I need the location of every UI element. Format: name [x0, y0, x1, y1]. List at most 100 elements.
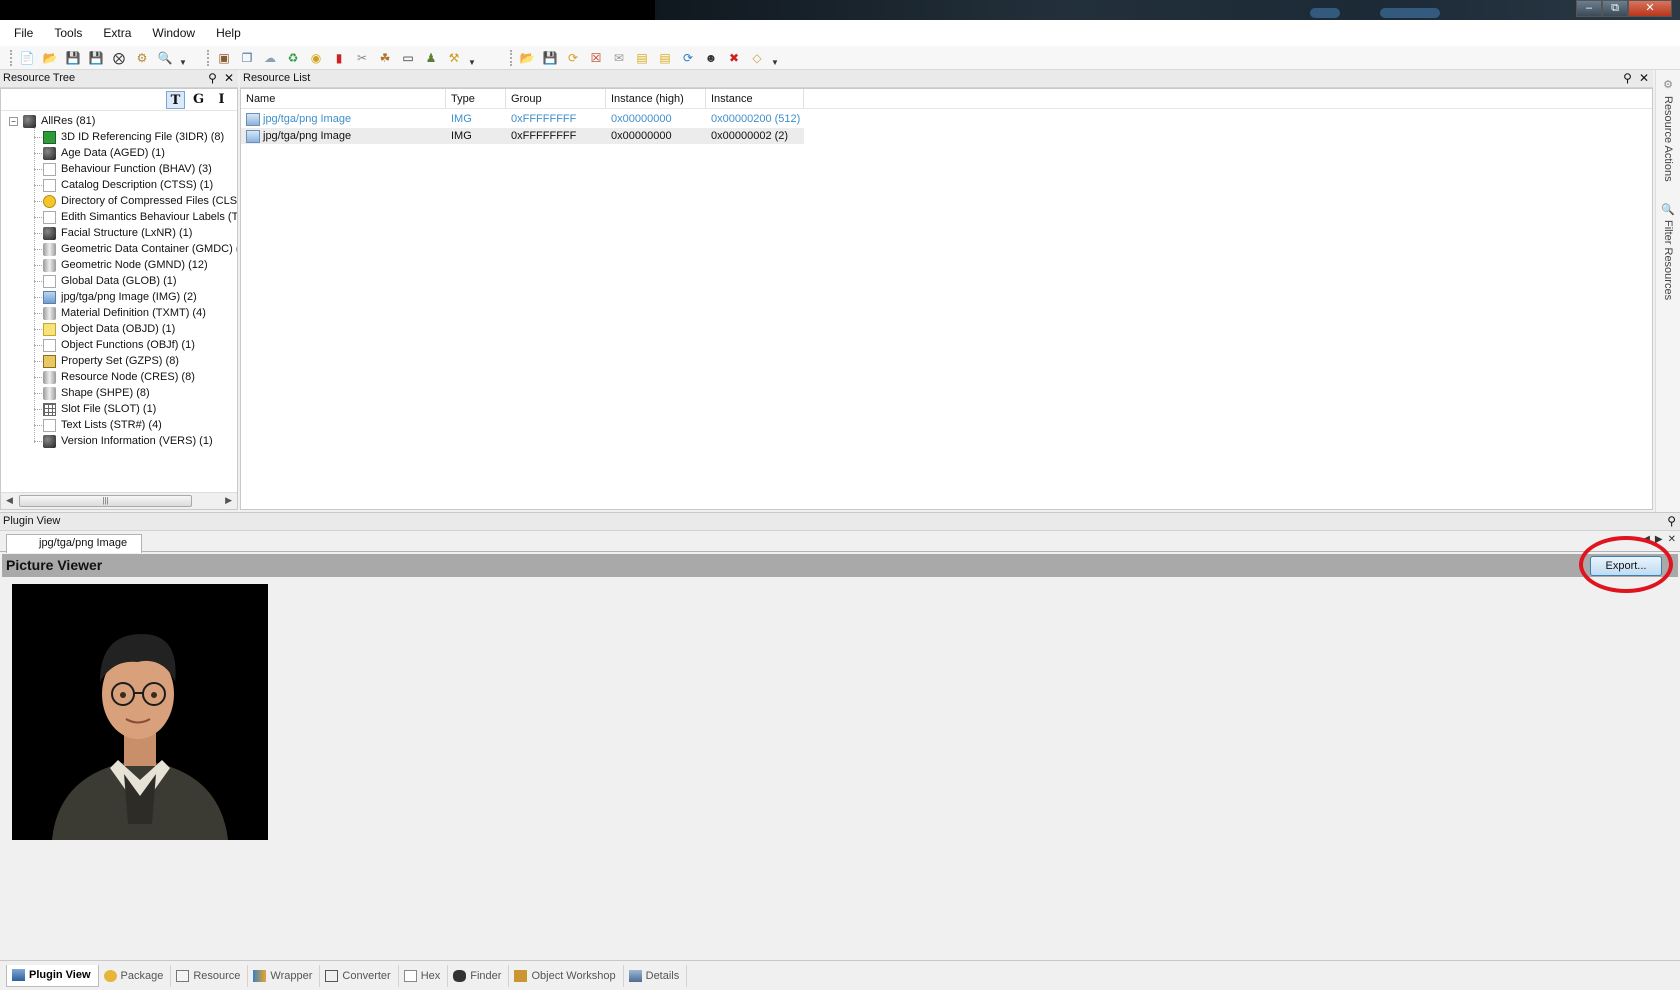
tree-item[interactable]: Object Data (OBJD) (1): [34, 321, 237, 337]
cloud-icon[interactable]: ☁: [261, 49, 279, 67]
tree-item[interactable]: jpg/tga/png Image (IMG) (2): [34, 289, 237, 305]
tree-item[interactable]: Resource Node (CRES) (8): [34, 369, 237, 385]
pin-icon[interactable]: ⚲: [208, 70, 217, 87]
tab-plugin-view[interactable]: Plugin View: [6, 964, 99, 987]
menu-extra[interactable]: Extra: [103, 26, 131, 40]
close-window-icon[interactable]: ✕: [1628, 0, 1672, 17]
new-file-icon[interactable]: 📄: [18, 49, 36, 67]
toolbar-overflow-icon[interactable]: ▼: [179, 49, 187, 67]
side-tab-resource-actions[interactable]: ⚙ Resource Actions: [1658, 78, 1678, 182]
toggle-group-button[interactable]: G: [189, 91, 208, 109]
column-name[interactable]: Name: [241, 89, 446, 108]
tab-finder[interactable]: Finder: [448, 964, 510, 987]
toolbar-overflow-icon[interactable]: ▼: [468, 49, 476, 67]
tree-item[interactable]: Global Data (GLOB) (1): [34, 273, 237, 289]
toolbar-grip[interactable]: [510, 50, 514, 66]
column-group[interactable]: Group: [506, 89, 606, 108]
tab-jpg-image[interactable]: jpg/tga/png Image: [6, 534, 143, 553]
tree-item[interactable]: Object Functions (OBJf) (1): [34, 337, 237, 353]
tab-label: Wrapper: [270, 969, 313, 982]
save-icon[interactable]: 💾: [64, 49, 82, 67]
people-icon[interactable]: ♟: [422, 49, 440, 67]
column-type[interactable]: Type: [446, 89, 506, 108]
tree-item[interactable]: Shape (SHPE) (8): [34, 385, 237, 401]
floppy-icon[interactable]: 💾: [541, 49, 559, 67]
tree-item[interactable]: Geometric Node (GMND) (12): [34, 257, 237, 273]
speech-icon[interactable]: ✉: [610, 49, 628, 67]
side-tab-filter-resources[interactable]: 🔍 Filter Resources: [1658, 202, 1678, 301]
tree-item[interactable]: Property Set (GZPS) (8): [34, 353, 237, 369]
tree-item-label: Object Data (OBJD) (1): [61, 323, 176, 335]
tree-item[interactable]: Behaviour Function (BHAV) (3): [34, 161, 237, 177]
menu-help[interactable]: Help: [216, 26, 241, 40]
save-all-icon[interactable]: 💾: [87, 49, 105, 67]
tab-wrapper[interactable]: Wrapper: [248, 964, 321, 987]
folder-open-icon[interactable]: 📂: [518, 49, 536, 67]
tree-item[interactable]: Version Information (VERS) (1): [34, 433, 237, 449]
delete-x-icon[interactable]: ✖: [725, 49, 743, 67]
scroll-right-icon[interactable]: ▶: [225, 495, 232, 506]
pin-icon[interactable]: ⚲: [1667, 513, 1676, 530]
toolbar-grip[interactable]: [10, 50, 14, 66]
tree-item[interactable]: Material Definition (TXMT) (4): [34, 305, 237, 321]
lock-icon[interactable]: ⚒: [445, 49, 463, 67]
badge-icon[interactable]: ◉: [307, 49, 325, 67]
tree-item[interactable]: Geometric Data Container (GMDC) (1: [34, 241, 237, 257]
close-icon[interactable]: ✕: [1639, 70, 1649, 87]
column-instance-high[interactable]: Instance (high): [606, 89, 706, 108]
copy-doc-icon[interactable]: ❐: [238, 49, 256, 67]
close-icon[interactable]: ✕: [1668, 534, 1676, 545]
tree-item[interactable]: Slot File (SLOT) (1): [34, 401, 237, 417]
stamp-icon[interactable]: ☘: [376, 49, 394, 67]
package-icon[interactable]: ▣: [215, 49, 233, 67]
sync-doc-icon[interactable]: ⟳: [564, 49, 582, 67]
tab-package[interactable]: Package: [99, 964, 172, 987]
open-folder-icon[interactable]: 📂: [41, 49, 59, 67]
table-row[interactable]: jpg/tga/png Image IMG 0xFFFFFFFF 0x00000…: [241, 128, 804, 144]
recycle-icon[interactable]: ♻: [284, 49, 302, 67]
minimize-icon[interactable]: –: [1576, 0, 1602, 17]
menu-tools[interactable]: Tools: [54, 26, 82, 40]
tab-converter[interactable]: Converter: [320, 964, 399, 987]
scissors-icon[interactable]: ✂: [353, 49, 371, 67]
note-icon[interactable]: ▤: [633, 49, 651, 67]
pin-icon[interactable]: ⚲: [1623, 70, 1632, 87]
tree-item[interactable]: Text Lists (STR#) (4): [34, 417, 237, 433]
tree-item[interactable]: Directory of Compressed Files (CLST: [34, 193, 237, 209]
toggle-type-button[interactable]: T: [166, 91, 185, 109]
gears-icon[interactable]: ⚙: [133, 49, 151, 67]
tab-resource[interactable]: Resource: [171, 964, 249, 987]
tab-hex[interactable]: Hex: [399, 964, 449, 987]
note-edit-icon[interactable]: ▤: [656, 49, 674, 67]
tree-item[interactable]: 3D ID Referencing File (3IDR) (8): [34, 129, 237, 145]
tree-item[interactable]: Age Data (AGED) (1): [34, 145, 237, 161]
tree-item[interactable]: Catalog Description (CTSS) (1): [34, 177, 237, 193]
toolbar-grip[interactable]: [207, 50, 211, 66]
red-tab-icon[interactable]: ▮: [330, 49, 348, 67]
id-card-icon[interactable]: ▭: [399, 49, 417, 67]
eraser-icon[interactable]: ◇: [748, 49, 766, 67]
refresh-icon[interactable]: ⟳: [679, 49, 697, 67]
tree-item[interactable]: Edith Simantics Behaviour Labels (TP: [34, 209, 237, 225]
table-row[interactable]: jpg/tga/png Image IMG 0xFFFFFFFF 0x00000…: [241, 111, 804, 127]
face-icon[interactable]: ☻: [702, 49, 720, 67]
close-icon[interactable]: ✕: [224, 70, 234, 87]
close-circle-icon[interactable]: ⨂: [110, 49, 128, 67]
tree-horizontal-scrollbar[interactable]: ◀ ||| ▶: [1, 492, 237, 509]
tab-object-workshop[interactable]: Object Workshop: [509, 964, 624, 987]
tree-item-label: Version Information (VERS) (1): [61, 435, 213, 447]
scroll-left-icon[interactable]: ◀: [6, 495, 13, 506]
scrollbar-thumb[interactable]: |||: [19, 495, 192, 507]
tree-root-node[interactable]: − AllRes (81): [9, 113, 95, 129]
tab-details[interactable]: Details: [624, 964, 688, 987]
column-instance[interactable]: Instance: [706, 89, 804, 108]
toggle-instance-button[interactable]: I: [212, 91, 231, 109]
toolbar-overflow-icon[interactable]: ▼: [771, 49, 779, 67]
remove-doc-icon[interactable]: ☒: [587, 49, 605, 67]
tree-item[interactable]: Facial Structure (LxNR) (1): [34, 225, 237, 241]
menu-window[interactable]: Window: [152, 26, 195, 40]
search-globe-icon[interactable]: 🔍: [156, 49, 174, 67]
menu-file[interactable]: File: [14, 26, 33, 40]
maximize-icon[interactable]: ⧉: [1602, 0, 1628, 17]
collapse-icon[interactable]: −: [9, 116, 18, 126]
